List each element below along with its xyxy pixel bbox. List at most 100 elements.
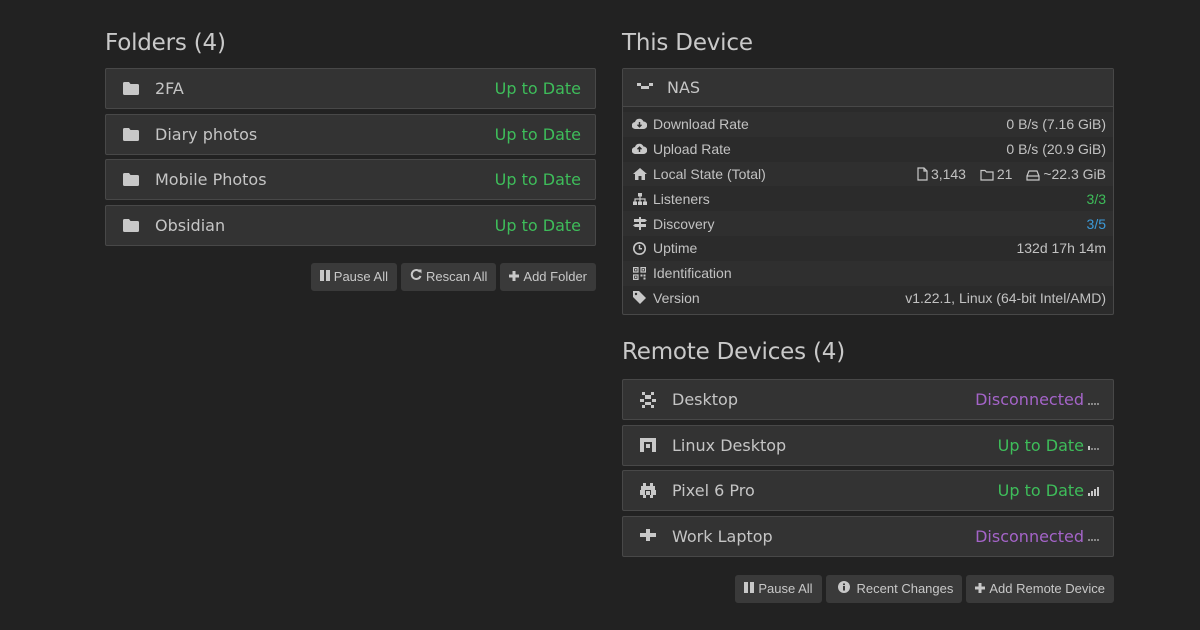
device-identicon-icon bbox=[637, 82, 653, 93]
sitemap-icon bbox=[632, 192, 647, 205]
folder-row-obsidian[interactable]: Obsidian Up to Date bbox=[105, 204, 596, 246]
folder-icon bbox=[122, 125, 140, 143]
remote-device-row-desktop[interactable]: Desktop Disconnected bbox=[622, 379, 1114, 421]
connection-strength-icon bbox=[1088, 440, 1099, 451]
remote-device-actions: Pause All Recent Changes Add Remote Devi… bbox=[622, 574, 1114, 603]
remote-device-row-pixel-6-pro[interactable]: Pixel 6 Pro Up to Date bbox=[622, 470, 1114, 512]
add-folder-label: Add Folder bbox=[523, 269, 587, 284]
local-dirs-count: 21 bbox=[996, 165, 1013, 182]
remote-device-name: Linux Desktop bbox=[672, 435, 787, 455]
hdd-icon bbox=[1026, 170, 1040, 181]
info-icon bbox=[837, 581, 850, 596]
plus-icon bbox=[509, 269, 520, 284]
cloud-download-icon bbox=[632, 118, 647, 130]
this-device-panel: NAS Download Rate 0 B/s (7.16 GiB) Uploa… bbox=[622, 68, 1114, 316]
upload-rate-label: Upload Rate bbox=[653, 141, 731, 158]
folder-status: Up to Date bbox=[494, 124, 581, 144]
refresh-icon bbox=[410, 269, 422, 284]
folder-status: Up to Date bbox=[494, 79, 581, 98]
this-device-header[interactable]: NAS bbox=[623, 69, 1113, 107]
device-identicon-icon bbox=[639, 527, 657, 545]
pause-icon bbox=[319, 269, 330, 284]
stat-uptime: Uptime 132d 17h 14m bbox=[623, 236, 1113, 261]
this-device-name: NAS bbox=[667, 78, 701, 97]
rescan-all-label: Rescan All bbox=[425, 269, 488, 284]
local-files-count: 3,143 bbox=[930, 165, 966, 182]
folder-status: Up to Date bbox=[494, 215, 581, 235]
discovery-value[interactable]: 3/5 bbox=[1087, 216, 1106, 232]
connection-strength-icon bbox=[1088, 395, 1099, 405]
pause-all-label: Pause All bbox=[333, 269, 388, 284]
pause-icon bbox=[744, 581, 755, 596]
connection-strength-icon bbox=[1088, 531, 1099, 542]
folder-row-mobile-photos[interactable]: Mobile Photos Up to Date bbox=[105, 159, 596, 200]
device-identicon-icon bbox=[639, 436, 657, 454]
remote-device-status: Up to Date bbox=[997, 435, 1084, 455]
plus-icon bbox=[975, 581, 986, 596]
folder-name: 2FA bbox=[155, 79, 184, 98]
folders-heading: Folders (4) bbox=[105, 30, 226, 56]
stat-version: Version v1.22.1, Linux (64-bit Intel/AMD… bbox=[623, 286, 1113, 311]
pause-all-label: Pause All bbox=[758, 581, 813, 597]
folder-icon bbox=[122, 216, 140, 234]
folder-row-diary-photos[interactable]: Diary photos Up to Date bbox=[105, 113, 596, 155]
discovery-label: Discovery bbox=[653, 215, 715, 232]
remote-device-status: Up to Date bbox=[997, 481, 1084, 501]
folder-name: Mobile Photos bbox=[155, 170, 267, 189]
recent-changes-button[interactable]: Recent Changes bbox=[825, 574, 963, 603]
identification-label: Identification bbox=[653, 265, 732, 282]
add-folder-button[interactable]: Add Folder bbox=[500, 262, 596, 291]
clock-icon bbox=[632, 241, 647, 255]
device-identicon-icon bbox=[639, 391, 657, 409]
recent-changes-label: Recent Changes bbox=[856, 581, 954, 597]
remote-devices-heading: Remote Devices (4) bbox=[622, 339, 845, 366]
folder-icon bbox=[122, 80, 140, 98]
folders-section: Folders (4) 2FA Up to Date Diary photos … bbox=[105, 0, 596, 291]
listeners-label: Listeners bbox=[653, 190, 710, 207]
stat-listeners: Listeners 3/3 bbox=[623, 186, 1113, 211]
stat-identification: Identification bbox=[623, 260, 1113, 286]
local-state-value: 3,143 21 ~22.3 GiB bbox=[917, 166, 1106, 182]
listeners-value[interactable]: 3/3 bbox=[1087, 191, 1106, 207]
remote-device-status: Disconnected bbox=[975, 390, 1084, 410]
stat-discovery: Discovery 3/5 bbox=[623, 211, 1113, 236]
remote-device-status: Disconnected bbox=[975, 526, 1084, 546]
this-device-heading: This Device bbox=[622, 30, 753, 56]
pause-all-folders-button[interactable]: Pause All bbox=[310, 262, 397, 291]
file-icon bbox=[917, 167, 928, 181]
cloud-upload-icon bbox=[632, 143, 647, 155]
download-rate-value: 0 B/s (7.16 GiB) bbox=[1006, 116, 1106, 133]
folder-actions: Pause All Rescan All Add Folder bbox=[105, 262, 596, 291]
stat-upload-rate: Upload Rate 0 B/s (20.9 GiB) bbox=[623, 137, 1113, 162]
version-label: Version bbox=[653, 289, 700, 306]
remote-device-row-linux-desktop[interactable]: Linux Desktop Up to Date bbox=[622, 424, 1114, 466]
home-icon bbox=[632, 167, 647, 180]
rescan-all-button[interactable]: Rescan All bbox=[400, 262, 497, 291]
uptime-value: 132d 17h 14m bbox=[1016, 240, 1106, 257]
add-remote-device-button[interactable]: Add Remote Device bbox=[966, 574, 1114, 603]
device-identicon-icon bbox=[639, 482, 657, 500]
upload-rate-value: 0 B/s (20.9 GiB) bbox=[1006, 141, 1106, 158]
folder-icon bbox=[122, 171, 140, 189]
uptime-label: Uptime bbox=[653, 240, 698, 257]
remote-device-name: Desktop bbox=[672, 390, 738, 410]
folder-status: Up to Date bbox=[494, 170, 581, 189]
remote-device-name: Work Laptop bbox=[672, 526, 773, 546]
local-state-label: Local State (Total) bbox=[653, 165, 766, 182]
stat-download-rate: Download Rate 0 B/s (7.16 GiB) bbox=[623, 112, 1113, 137]
signpost-icon bbox=[632, 217, 647, 231]
devices-section: This Device NAS Download Rate 0 B/s (7.1… bbox=[622, 0, 1114, 603]
qrcode-icon bbox=[632, 266, 647, 280]
download-rate-label: Download Rate bbox=[653, 116, 749, 133]
connection-strength-icon bbox=[1088, 486, 1099, 496]
folder-row-2fa[interactable]: 2FA Up to Date bbox=[105, 68, 596, 109]
stat-local-state: Local State (Total) 3,143 21 ~22.3 GiB bbox=[623, 161, 1113, 187]
folder-name: Diary photos bbox=[155, 124, 258, 144]
remote-device-row-work-laptop[interactable]: Work Laptop Disconnected bbox=[622, 515, 1114, 557]
folder-name: Obsidian bbox=[155, 215, 226, 235]
add-remote-device-label: Add Remote Device bbox=[989, 581, 1105, 597]
pause-all-devices-button[interactable]: Pause All bbox=[735, 574, 822, 603]
this-device-stats: Download Rate 0 B/s (7.16 GiB) Upload Ra… bbox=[623, 107, 1113, 314]
folder-outline-icon bbox=[980, 169, 994, 181]
version-value: v1.22.1, Linux (64-bit Intel/AMD) bbox=[905, 289, 1106, 306]
